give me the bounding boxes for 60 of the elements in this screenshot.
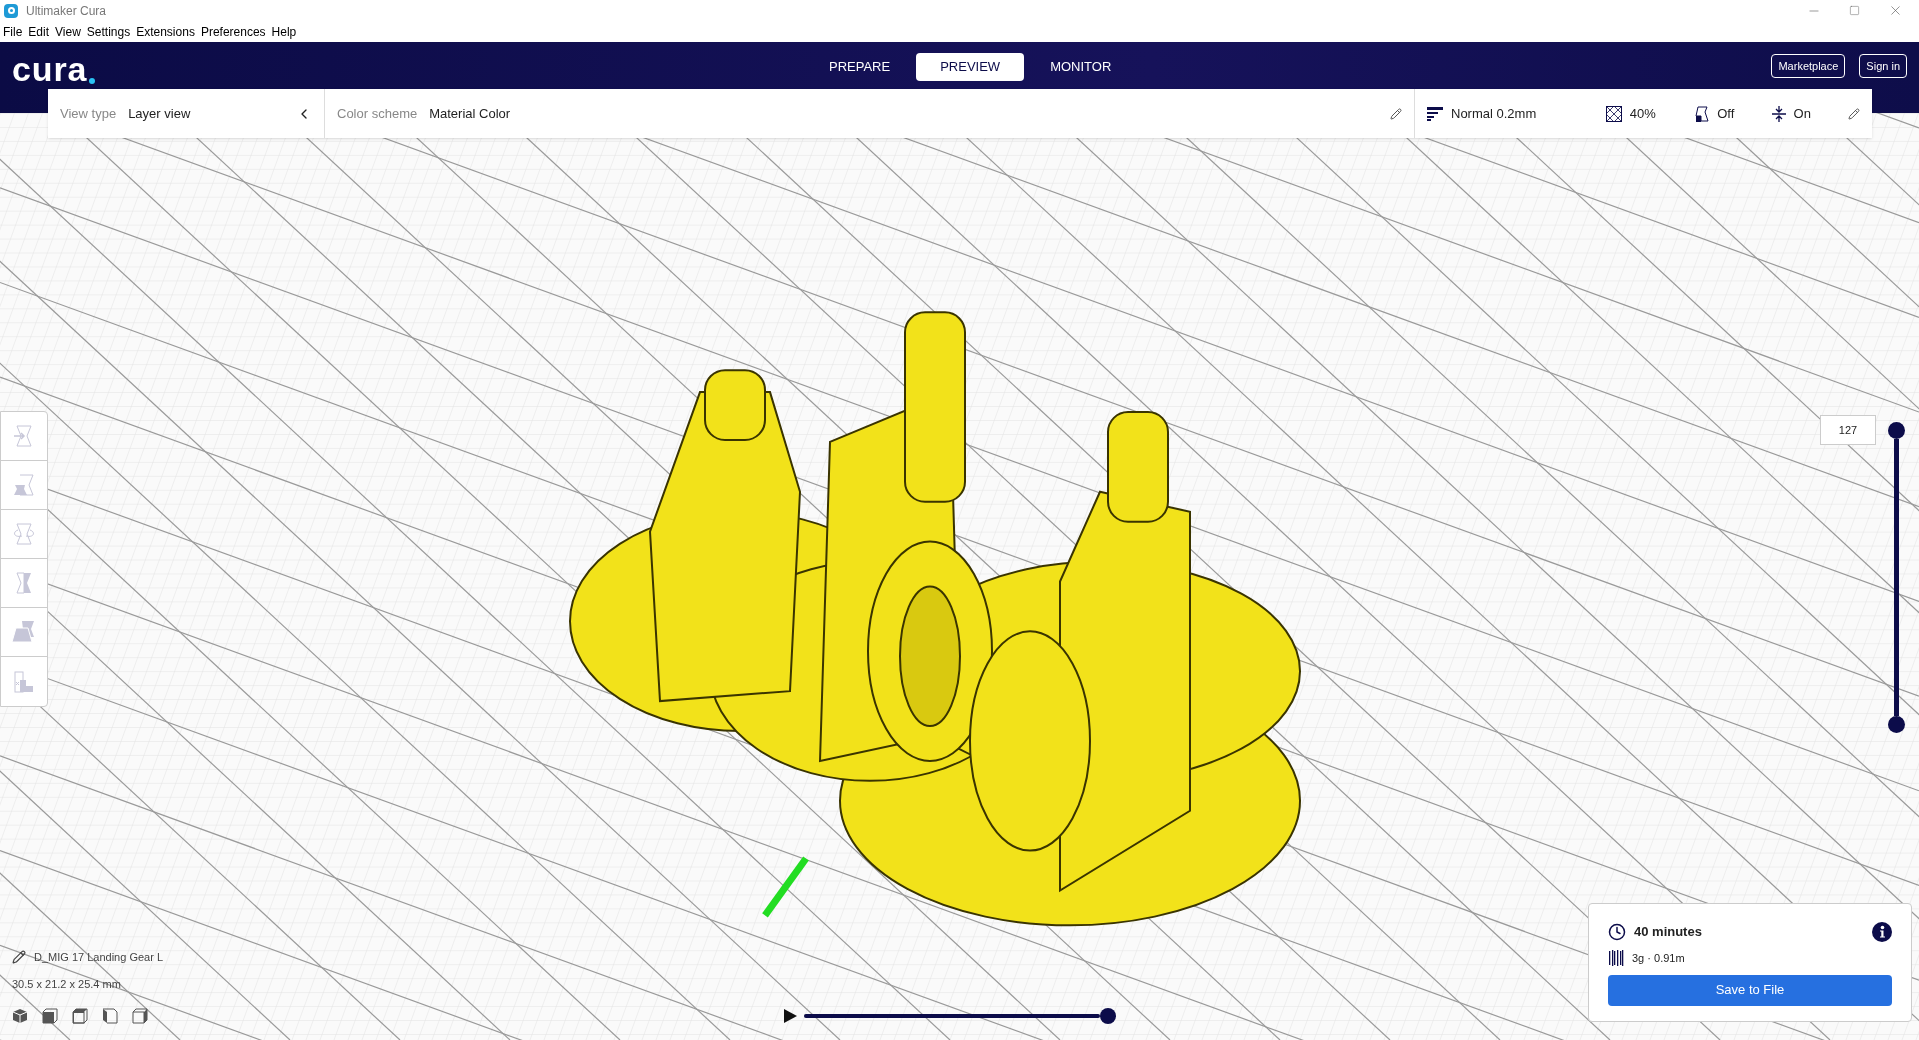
close-icon[interactable] (1888, 3, 1903, 18)
print-setting-value[interactable]: On (1793, 103, 1811, 124)
simulation-track[interactable] (804, 1014, 1100, 1018)
menu-item[interactable]: Help (271, 22, 297, 41)
menu-item[interactable]: Settings (86, 22, 131, 41)
play-icon[interactable] (782, 1008, 798, 1024)
pencil-icon[interactable] (12, 950, 26, 965)
stage-tab[interactable]: MONITOR (1026, 53, 1136, 81)
info-icon[interactable] (1872, 922, 1892, 942)
menu-item[interactable]: File (3, 22, 23, 41)
print-time: 40 minutes (1634, 923, 1702, 942)
menu-item[interactable]: Edit (28, 22, 50, 41)
layer-slider-track[interactable] (1894, 439, 1899, 716)
logo-dot-icon (89, 78, 96, 84)
print-setting-value[interactable]: 40% (1629, 103, 1656, 124)
sign-in-button[interactable]: Sign in (1859, 54, 1907, 78)
rotate-tool-icon (14, 523, 34, 545)
window-title: Ultimaker Cura (26, 2, 106, 20)
camera-view-button[interactable] (72, 1008, 88, 1024)
marketplace-button[interactable]: Marketplace (1771, 54, 1846, 78)
object-dimensions: 30.5 x 21.2 x 25.4 mm (12, 976, 122, 992)
cube-front-icon (42, 1008, 58, 1024)
cube-left-icon (102, 1008, 118, 1024)
menu-item[interactable]: View (55, 22, 81, 41)
cube-3d-icon (12, 1009, 28, 1024)
save-to-file-button[interactable]: Save to File (1608, 974, 1892, 1006)
scale-tool-icon (14, 474, 34, 496)
camera-view-button[interactable] (132, 1008, 148, 1024)
layer-number-label: 127 (1820, 415, 1876, 445)
app-logo-icon (4, 3, 18, 18)
material-usage: 3g · 0.91m (1632, 951, 1685, 966)
support-blocker-icon (14, 671, 33, 692)
print-setting-value[interactable]: Normal 0.2mm (1451, 103, 1537, 124)
color-scheme-label: Color scheme (337, 104, 418, 123)
clock-icon (1608, 923, 1626, 941)
stage-tab[interactable]: PREPARE (805, 53, 915, 81)
edit-icon[interactable] (1390, 107, 1402, 120)
color-scheme-value[interactable]: Material Color (429, 103, 511, 124)
camera-view-button[interactable] (12, 1008, 28, 1024)
edit-icon[interactable] (1848, 107, 1860, 120)
cura-logo: cura (12, 52, 88, 86)
cube-top-icon (72, 1008, 88, 1024)
cube-right-icon (132, 1008, 148, 1024)
stage-tab[interactable]: PREVIEW (916, 53, 1025, 81)
view-type-value[interactable]: Layer view (128, 103, 191, 124)
mirror-tool-icon (16, 572, 31, 594)
move-tool-icon (13, 425, 32, 447)
support-structure-icon (1695, 105, 1710, 122)
menu-item[interactable]: Preferences (200, 22, 266, 41)
layer-bars-icon (1427, 106, 1443, 121)
camera-view-button[interactable] (42, 1008, 58, 1024)
menu-item[interactable]: Extensions (136, 22, 195, 41)
camera-view-button[interactable] (102, 1008, 118, 1024)
infill-grid-icon (1605, 105, 1622, 122)
object-name: D_MIG 17 Landing Gear L (34, 950, 164, 965)
adhesion-arrows-icon (1771, 105, 1786, 122)
view-type-label: View type (60, 104, 117, 123)
filament-icon (1608, 950, 1624, 967)
print-setting-value[interactable]: Off (1717, 103, 1735, 124)
per-model-settings-icon (12, 621, 34, 643)
